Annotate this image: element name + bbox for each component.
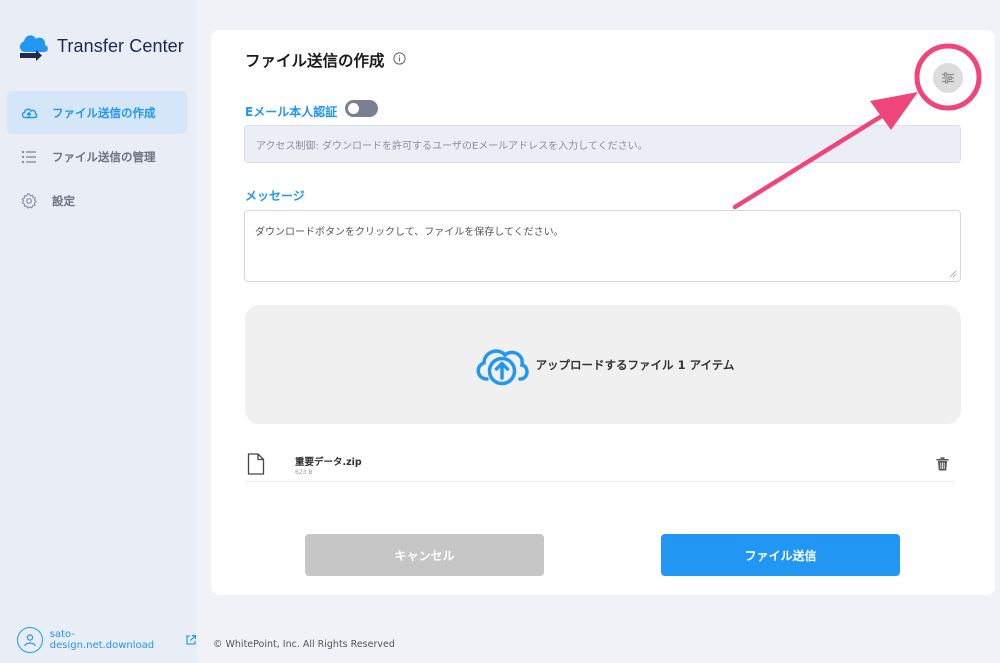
- sliders-icon: [942, 72, 954, 84]
- gear-icon: [20, 192, 38, 210]
- file-list-item: 重要データ.zip 623 B: [245, 448, 955, 482]
- file-size: 623 B: [295, 469, 313, 476]
- sidebar-item-settings[interactable]: 設定: [7, 179, 187, 222]
- sidebar: Transfer Center ファイル送信の作成 ファイル送信の管理 設定 s…: [0, 0, 197, 663]
- resize-handle-icon[interactable]: [949, 270, 957, 278]
- cloud-upload-icon: [20, 104, 38, 122]
- sidebar-item-label: 設定: [52, 193, 75, 208]
- list-icon: [20, 148, 38, 166]
- app-name: Transfer Center: [57, 35, 184, 56]
- advanced-settings-button[interactable]: [933, 63, 963, 93]
- send-file-button[interactable]: ファイル送信: [661, 534, 900, 576]
- sidebar-item-create-transfer[interactable]: ファイル送信の作成: [7, 91, 187, 134]
- page-title: ファイル送信の作成: [245, 52, 385, 70]
- info-icon[interactable]: [393, 52, 406, 65]
- app-logo[interactable]: Transfer Center: [16, 28, 184, 64]
- user-icon: [17, 627, 43, 653]
- cloud-upload-icon: [476, 348, 529, 385]
- email-auth-toggle[interactable]: [345, 100, 378, 117]
- message-label: メッセージ: [245, 189, 305, 203]
- dropzone-text: アップロードするファイル 1 アイテム: [535, 357, 735, 372]
- sidebar-item-manage-transfers[interactable]: ファイル送信の管理: [7, 135, 187, 178]
- file-icon: [247, 453, 265, 475]
- logo-icon: [19, 35, 48, 61]
- copyright-footer: © WhitePoint, Inc. All Rights Reserved: [213, 639, 395, 650]
- access-control-email-input[interactable]: アクセス制御: ダウンロードを許可するユーザのEメールアドレスを入力してください…: [244, 125, 961, 163]
- message-text: ダウンロードボタンをクリックして、ファイルを保存してください。: [255, 227, 564, 238]
- sidebar-item-label: ファイル送信の作成: [52, 105, 156, 120]
- message-textarea[interactable]: ダウンロードボタンをクリックして、ファイルを保存してください。: [244, 210, 961, 282]
- user-account[interactable]: sato-design.net.download: [17, 627, 197, 653]
- trash-icon[interactable]: [936, 457, 949, 471]
- email-auth-label: Eメール本人認証: [245, 105, 338, 119]
- transfer-form-card: ファイル送信の作成 Eメール本人認証 アクセス制御: ダウンロードを許可するユー…: [211, 30, 995, 595]
- cancel-button[interactable]: キャンセル: [305, 534, 544, 576]
- sidebar-item-label: ファイル送信の管理: [52, 149, 156, 164]
- user-name[interactable]: sato-design.net.download: [50, 629, 178, 651]
- file-name: 重要データ.zip: [295, 457, 362, 468]
- file-dropzone[interactable]: アップロードするファイル 1 アイテム: [245, 305, 961, 424]
- external-link-icon[interactable]: [185, 634, 197, 646]
- sidebar-nav: ファイル送信の作成 ファイル送信の管理 設定: [7, 91, 187, 223]
